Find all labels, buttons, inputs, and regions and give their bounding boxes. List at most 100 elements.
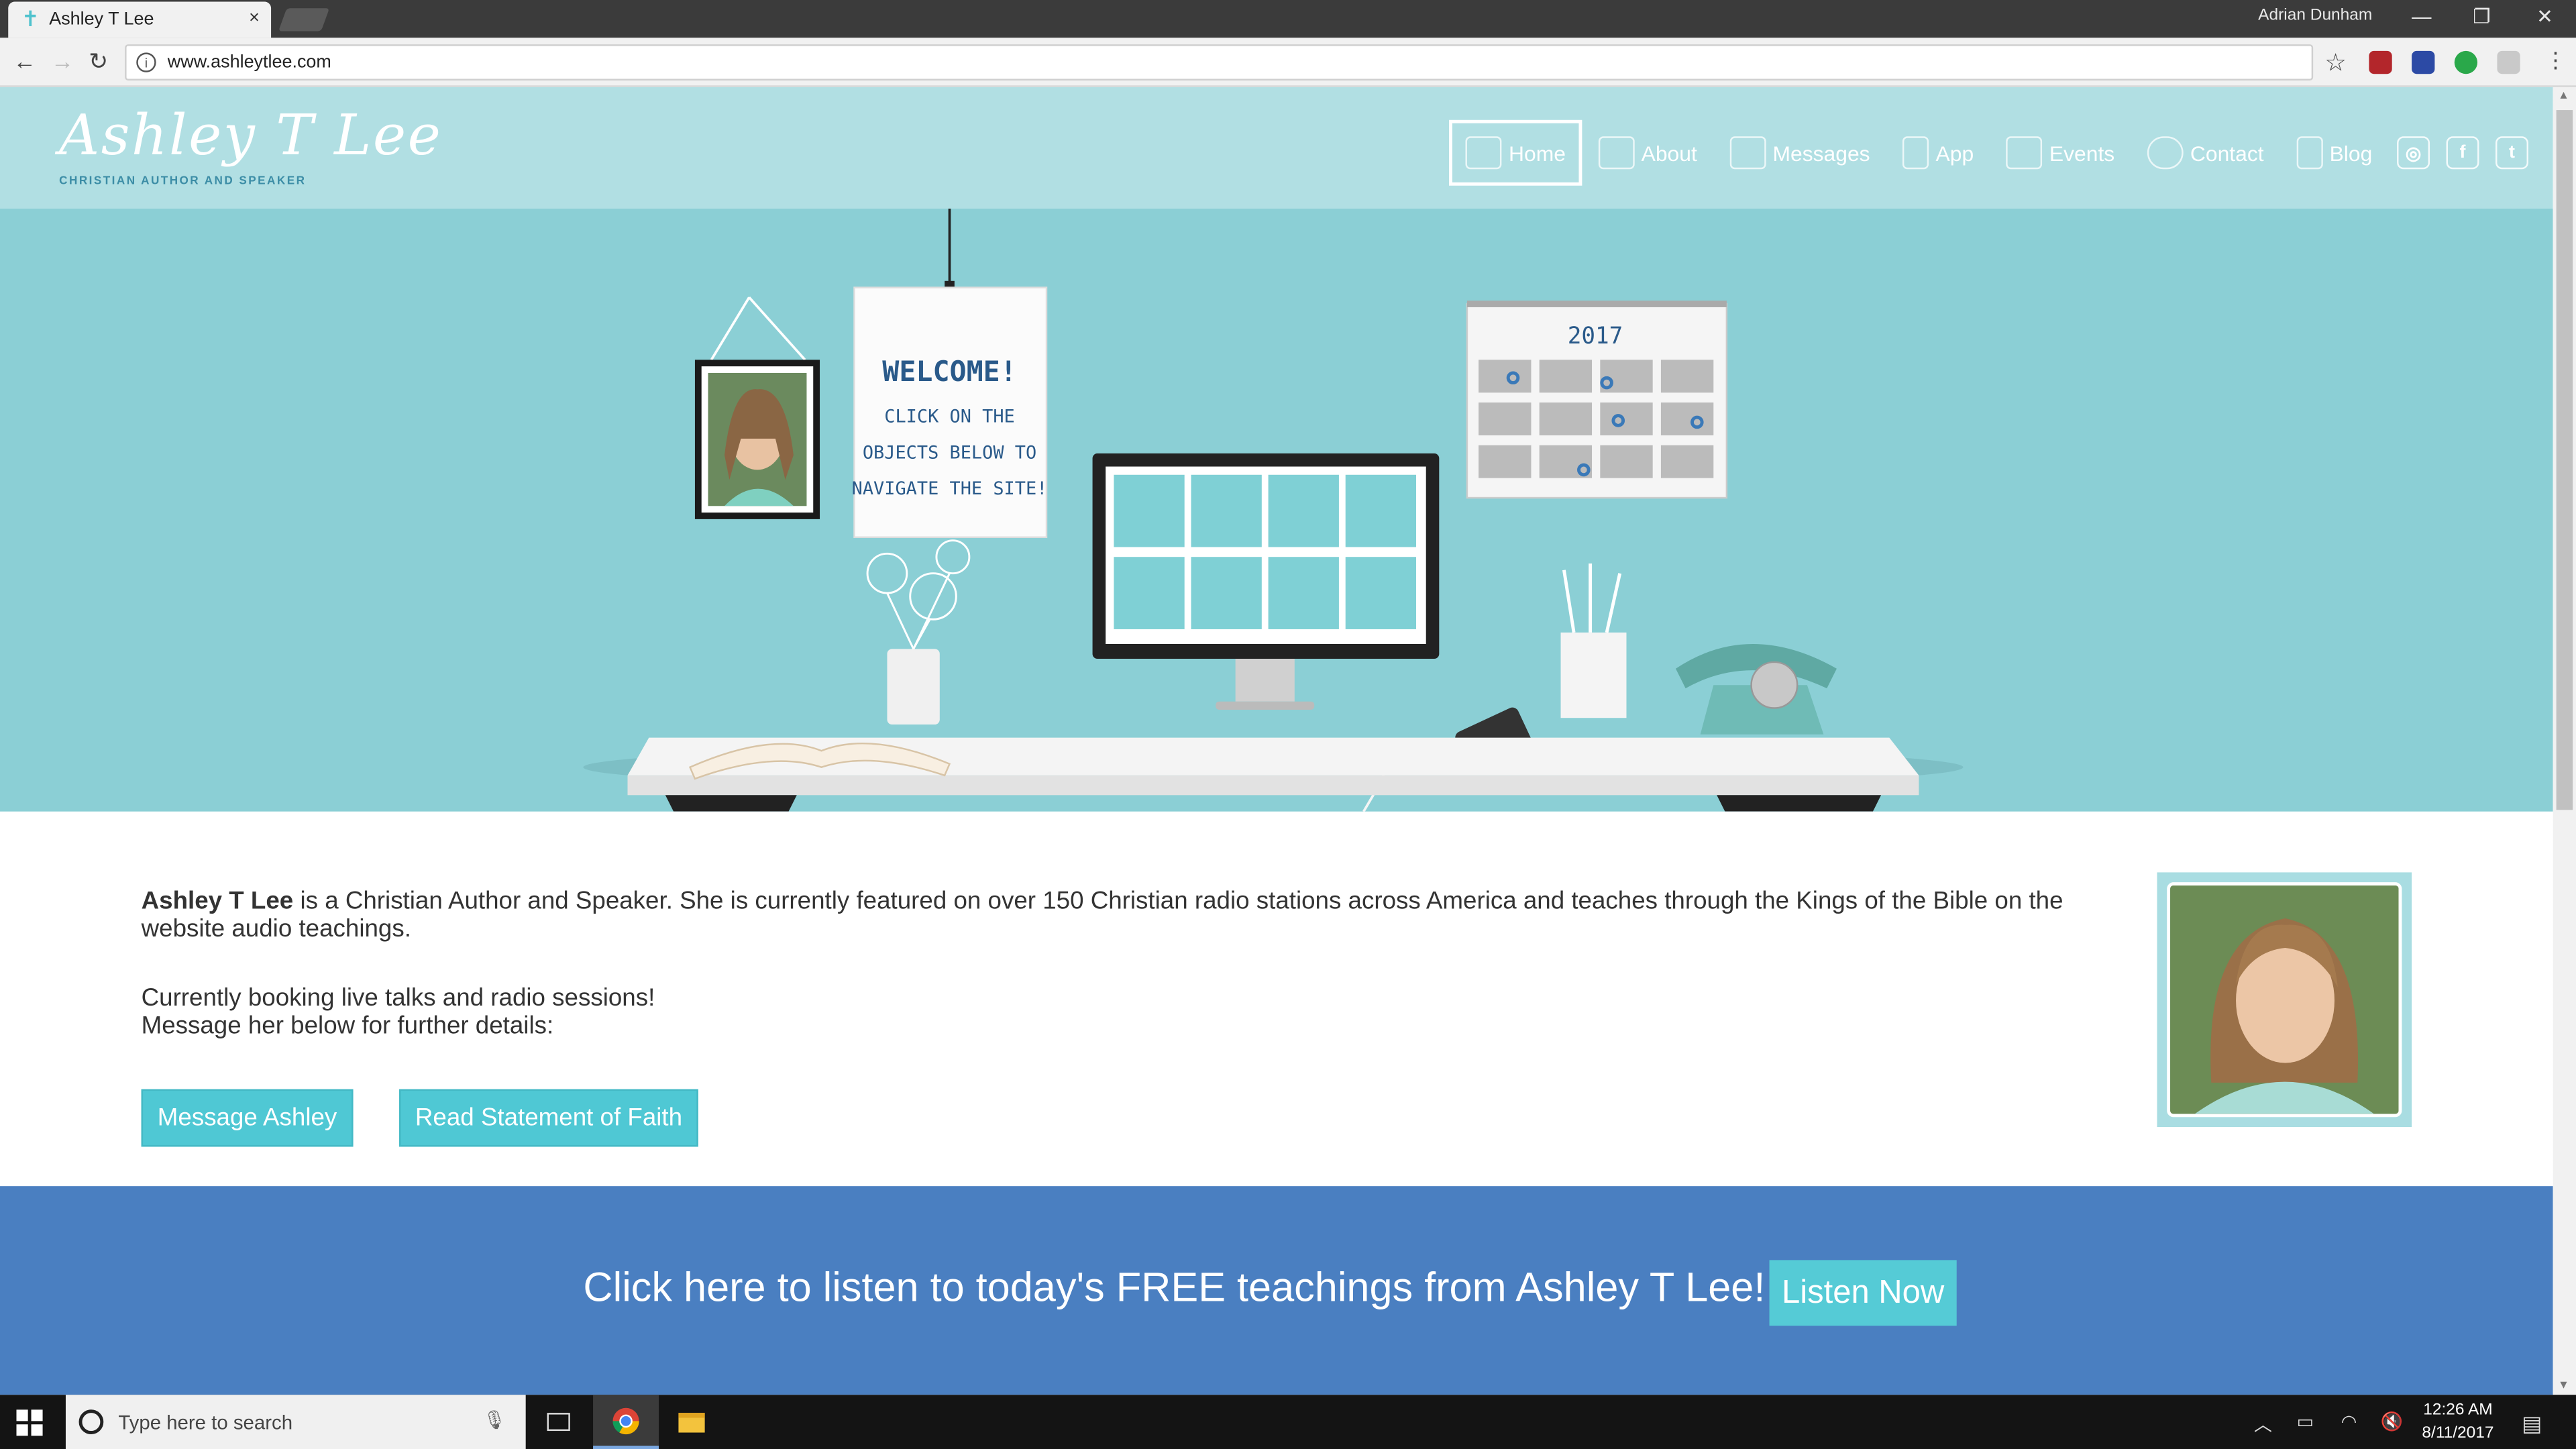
welcome-line-2: OBJECTS BELOW TO (863, 442, 1036, 463)
profile-name[interactable]: Adrian Dunham (2258, 7, 2372, 25)
minimize-button[interactable]: — (2412, 5, 2431, 28)
close-window-button[interactable]: ✕ (2536, 5, 2553, 28)
forward-arrow-icon[interactable]: → (51, 48, 74, 74)
site-logo[interactable]: Ashley T Lee CHRISTIAN AUTHOR AND SPEAKE… (59, 100, 442, 187)
back-arrow-icon[interactable]: ← (13, 48, 36, 74)
cast-extension-icon[interactable] (2497, 50, 2520, 74)
clock-date: 8/11/2017 (2422, 1424, 2494, 1443)
chrome-menu-icon[interactable]: ⋮ (2544, 48, 2566, 74)
framed-photo[interactable] (694, 297, 820, 519)
reload-icon[interactable]: ↻ (89, 48, 108, 76)
flower-vase[interactable] (866, 539, 971, 725)
nav-messages-label: Messages (1772, 140, 1870, 166)
browser-tab[interactable]: ✝ Ashley T Lee × (8, 1, 272, 38)
nav-app[interactable]: App (1886, 120, 1990, 186)
windows-taskbar: Type here to search 🎙 ︿ ▭ ◠ 🔇 12:26 AM 8… (0, 1395, 2576, 1449)
booking-line-2: Message her below for further details: (141, 1012, 554, 1040)
statement-of-faith-button[interactable]: Read Statement of Faith (399, 1089, 698, 1147)
show-hidden-icons-icon[interactable]: ︿ (2254, 1411, 2272, 1438)
folder-glyph (678, 1411, 705, 1432)
nav-home[interactable]: Home (1449, 119, 1582, 186)
nav-about[interactable]: About (1582, 120, 1713, 186)
nav-about-label: About (1641, 140, 1697, 166)
pencil-cup[interactable] (1560, 564, 1627, 718)
search-placeholder: Type here to search (118, 1410, 293, 1434)
task-view-icon[interactable] (526, 1395, 592, 1449)
desk-illustration: WELCOME! CLICK ON THE OBJECTS BELOW TO N… (583, 209, 1964, 812)
web-page: Ashley T Lee CHRISTIAN AUTHOR AND SPEAKE… (0, 87, 2553, 1395)
phone-icon (1902, 136, 1929, 170)
intro-name: Ashley T Lee (141, 887, 294, 916)
url-bar[interactable]: i www.ashleytlee.com (125, 44, 2314, 81)
main-nav: Home About Messages App Events Contact B… (1449, 119, 2536, 186)
listen-banner[interactable]: Click here to listen to today's FREE tea… (0, 1186, 2553, 1395)
intro-text: is a Christian Author and Speaker. She i… (141, 887, 2063, 943)
banner-text[interactable]: Click here to listen to today's FREE tea… (583, 1265, 1765, 1313)
tab-title: Ashley T Lee (49, 9, 154, 30)
site-favicon-icon: ✝ (21, 6, 40, 32)
scroll-down-arrow-icon[interactable]: ▼ (2558, 1380, 2569, 1391)
bookmark-star-icon[interactable]: ☆ (2324, 48, 2347, 77)
page-scrollbar[interactable]: ▲ ▼ (2553, 87, 2576, 1395)
welcome-sign[interactable]: WELCOME! CLICK ON THE OBJECTS BELOW TO N… (852, 209, 1048, 539)
clock-time: 12:26 AM (2423, 1401, 2493, 1419)
instagram-icon[interactable]: ◎ (2397, 136, 2430, 170)
nav-app-label: App (1935, 140, 1974, 166)
battery-icon[interactable]: ▭ (2297, 1411, 2314, 1432)
twitter-icon[interactable]: t (2496, 136, 2528, 170)
facebook-icon[interactable]: f (2446, 136, 2479, 170)
computer-monitor[interactable] (1092, 453, 1440, 710)
restore-button[interactable]: ❐ (2473, 5, 2490, 28)
nav-home-label: Home (1509, 140, 1566, 166)
task-view-glyph (547, 1413, 570, 1432)
notebook-icon (2296, 136, 2323, 170)
taskbar-clock[interactable]: 12:26 AM 8/11/2017 (2422, 1400, 2493, 1446)
grammarly-extension-icon[interactable] (2454, 50, 2478, 74)
volume-muted-icon[interactable]: 🔇 (2381, 1411, 2404, 1432)
network-icon[interactable]: ◠ (2341, 1411, 2357, 1432)
ublock-extension-icon[interactable] (2369, 50, 2392, 74)
taskbar-search[interactable]: Type here to search 🎙 (65, 1395, 526, 1449)
microphone-icon[interactable]: 🎙 (483, 1409, 506, 1431)
logo-tagline: CHRISTIAN AUTHOR AND SPEAKER (59, 176, 307, 188)
site-info-icon[interactable]: i (136, 52, 156, 72)
nav-contact[interactable]: Contact (2131, 120, 2280, 186)
scroll-up-arrow-icon[interactable]: ▲ (2558, 91, 2569, 102)
rotary-telephone[interactable] (1675, 644, 1837, 735)
nav-messages[interactable]: Messages (1713, 120, 1886, 186)
telephone-icon (2147, 136, 2184, 170)
scrollbar-thumb[interactable] (2556, 110, 2573, 810)
booking-line-1: Currently booking live talks and radio s… (141, 983, 655, 1012)
nav-blog-label: Blog (2329, 140, 2373, 166)
url-text: www.ashleytlee.com (167, 52, 331, 72)
frame-icon (1598, 136, 1635, 170)
address-toolbar: ← → ↻ i www.ashleytlee.com ☆ ⋮ (0, 38, 2576, 87)
monitor-icon (1729, 136, 1766, 170)
browser-titlebar: ✝ Ashley T Lee × Adrian Dunham — ❐ ✕ (0, 0, 2576, 38)
calendar-icon (2006, 136, 2043, 170)
welcome-title: WELCOME! (882, 355, 1016, 388)
action-center-icon[interactable]: ▤ (2522, 1411, 2542, 1438)
nav-events[interactable]: Events (1990, 120, 2131, 186)
nav-events-label: Events (2049, 140, 2115, 166)
portrait-photo (2170, 885, 2399, 1114)
tab-close-icon[interactable]: × (249, 8, 260, 28)
wall-calendar[interactable]: 2017 (1466, 301, 1728, 499)
author-portrait (2157, 872, 2412, 1128)
file-explorer-icon[interactable] (659, 1395, 724, 1449)
nav-blog[interactable]: Blog (2280, 120, 2389, 186)
welcome-line-3: NAVIGATE THE SITE! (852, 478, 1048, 499)
intro-paragraph: Ashley T Lee is a Christian Author and S… (142, 887, 2113, 943)
extension-icon[interactable] (2412, 50, 2435, 74)
message-ashley-button[interactable]: Message Ashley (141, 1089, 354, 1147)
new-tab-button[interactable] (278, 8, 330, 32)
nav-contact-label: Contact (2190, 140, 2264, 166)
cortana-icon (78, 1409, 104, 1434)
listen-now-button[interactable]: Listen Now (1769, 1260, 1957, 1326)
desk-icon (1466, 136, 1503, 170)
windows-start-icon[interactable] (16, 1409, 43, 1436)
desk[interactable] (627, 737, 1919, 812)
chrome-taskbar-icon[interactable] (593, 1395, 659, 1449)
chrome-logo-icon (612, 1407, 639, 1434)
logo-script: Ashley T Lee (59, 103, 443, 170)
